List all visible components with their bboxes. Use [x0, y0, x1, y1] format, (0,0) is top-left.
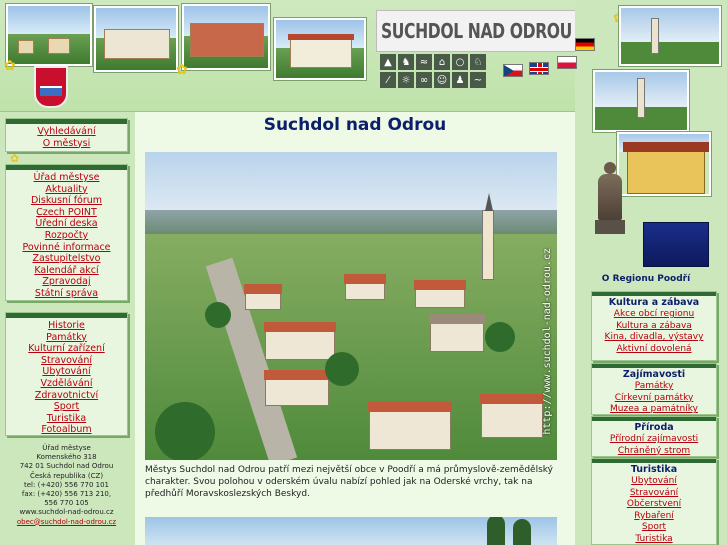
left-nav-link[interactable]: Zdravotnictví — [6, 390, 127, 402]
right-nav-link[interactable]: Ubytování — [592, 476, 716, 488]
left-nav-link[interactable]: Fotoalbum — [6, 424, 127, 436]
phone-line: tel: (+420) 556 770 101 — [23, 480, 110, 489]
right-nav-link[interactable]: Církevní památky — [592, 393, 716, 405]
main-content: Suchdol nad Odrou http://www.suchdol-nad… — [135, 112, 575, 545]
bike-icon[interactable]: ∞ — [416, 72, 432, 88]
camp-icon[interactable]: ⌂ — [434, 54, 450, 70]
left-nav-link[interactable]: Zpravodaj — [6, 276, 127, 288]
right-nav-link[interactable]: Akce obcí regionu — [592, 309, 716, 321]
right-nav-link[interactable]: Kina, divadla, výstavy — [592, 332, 716, 344]
right-nav-heading: Zajímavosti — [622, 369, 686, 380]
right-nav-box-nature: Příroda Přírodní zajímavosti Chráněný st… — [591, 416, 717, 457]
right-nav-heading: Příroda — [634, 422, 674, 433]
english-flag-icon[interactable] — [529, 62, 549, 75]
left-nav-link[interactable]: Aktuality — [6, 184, 127, 196]
address-line: Úřad městyse — [42, 444, 91, 452]
town-aerial-photo: http://www.suchdol-nad-odrou.cz — [145, 152, 557, 460]
right-nav-link[interactable]: Památky — [592, 381, 716, 393]
address-line: 742 01 Suchdol nad Odrou — [19, 462, 114, 471]
site-title-box: SUCHDOL NAD ODROU — [376, 10, 576, 52]
site-title: SUCHDOL NAD ODROU — [380, 19, 572, 43]
left-nav-box-about: Historie Památky Kulturní zařízení Strav… — [5, 312, 128, 436]
right-photo-church-hill — [619, 6, 721, 66]
right-nav-link[interactable]: Aktivní dovolená — [592, 344, 716, 356]
right-nav-box-tourism: Turistika Ubytování Stravování Občerstve… — [591, 458, 717, 545]
polish-flag-icon[interactable] — [557, 56, 577, 69]
left-nav-link[interactable]: Stravování — [6, 355, 127, 367]
second-photo-preview — [145, 517, 557, 545]
right-nav-link[interactable]: Turistika — [592, 534, 716, 545]
fish-icon[interactable]: ≈ — [416, 54, 432, 70]
left-nav-link[interactable]: Historie — [6, 320, 127, 332]
header-photo-town-panorama — [6, 4, 92, 66]
left-nav-link[interactable]: Památky — [6, 332, 127, 344]
left-nav-link[interactable]: O městysi — [6, 138, 127, 150]
left-nav-link[interactable]: Vzdělávání — [6, 378, 127, 390]
right-nav-link[interactable]: Přírodní zajímavosti — [592, 434, 716, 446]
horse-icon[interactable]: ♘ — [470, 54, 486, 70]
tent-icon[interactable]: ▲ — [380, 54, 396, 70]
header-photo-museum — [94, 6, 178, 72]
right-nav-link[interactable]: Stravování — [592, 488, 716, 500]
left-nav-link[interactable]: Ubytování — [6, 366, 127, 378]
waves-icon[interactable]: ~ — [470, 72, 486, 88]
czech-flag-icon[interactable] — [503, 64, 523, 77]
region-link-label[interactable]: O Regionu Poodří — [575, 274, 717, 284]
left-nav-link[interactable]: Úřad městyse — [6, 172, 127, 184]
email-link[interactable]: obec@suchdol-nad-odrou.cz — [17, 518, 116, 526]
right-nav-link[interactable]: Rybaření — [592, 511, 716, 523]
right-nav-box-culture: Kultura a zábava Akce obcí regionu Kultu… — [591, 291, 717, 361]
fax-line: fax: (+420) 556 713 210, — [21, 490, 112, 499]
left-nav-box-search: Vyhledávání O městysi — [5, 118, 128, 152]
flower-decoration-icon: ✿ — [4, 58, 16, 74]
ski-icon[interactable]: ⁄ — [380, 72, 396, 88]
running-icon[interactable]: ♟ — [452, 72, 468, 88]
left-nav-box-office: Úřad městyse Aktuality Diskusní fórum Cz… — [5, 164, 128, 301]
right-nav-heading: Kultura a zábava — [608, 297, 700, 308]
left-nav-link[interactable]: Kulturní zařízení — [6, 343, 127, 355]
header-photo-town-hall — [182, 4, 270, 70]
website-line: www.suchdol-nad-odrou.cz — [19, 508, 114, 517]
page-title: Suchdol nad Odrou — [263, 115, 447, 135]
left-nav-link[interactable]: Diskusní fórum — [6, 195, 127, 207]
header-banner: SUCHDOL NAD ODROU ▲ ♞ ≈ ⌂ ○ ♘ ⁄ ☼ ∞ ☺ ♟ … — [0, 0, 585, 112]
german-flag-icon[interactable] — [575, 38, 595, 51]
left-nav-link[interactable]: Státní správa — [6, 288, 127, 300]
right-photo-yellow-house — [617, 132, 711, 196]
address-line: Česká republika (CZ) — [29, 471, 104, 480]
statue-image — [593, 162, 627, 234]
category-icon-grid: ▲ ♞ ≈ ⌂ ○ ♘ ⁄ ☼ ∞ ☺ ♟ ~ — [380, 54, 490, 88]
theater-icon[interactable]: ☺ — [434, 72, 450, 88]
right-nav-link[interactable]: Muzea a památníky — [592, 404, 716, 416]
intro-paragraph: Městys Suchdol nad Odrou patří mezi nejv… — [145, 465, 554, 499]
left-nav-link[interactable]: Povinné informace — [6, 242, 127, 254]
flower-decoration-icon: ✿ — [176, 62, 188, 78]
left-nav-link[interactable]: Úřední deska — [6, 218, 127, 230]
contact-address: Úřad městyse Komenského 318 742 01 Suchd… — [3, 444, 130, 527]
right-photo-church — [593, 70, 689, 132]
right-nav-link[interactable]: Sport — [592, 522, 716, 534]
address-line: Komenského 318 — [36, 453, 97, 462]
left-nav-link[interactable]: Sport — [6, 401, 127, 413]
left-nav-link[interactable]: Rozpočty — [6, 230, 127, 242]
left-nav-link[interactable]: Vyhledávání — [6, 126, 127, 138]
left-nav-link[interactable]: Kalendář akcí — [6, 265, 127, 277]
right-column: ✿ O Regionu Poodří Kultura a zábava Akce… — [503, 0, 727, 545]
left-nav-link[interactable]: Czech POINT — [6, 207, 127, 219]
header-photo-school — [274, 18, 366, 80]
right-nav-link[interactable]: Občerstvení — [592, 499, 716, 511]
cyclist-icon[interactable]: ○ — [452, 54, 468, 70]
left-nav-link[interactable]: Turistika — [6, 413, 127, 425]
right-nav-heading: Turistika — [630, 464, 678, 475]
hiker-icon[interactable]: ♞ — [398, 54, 414, 70]
region-banner-panel[interactable] — [643, 222, 709, 267]
coat-of-arms-emblem — [34, 66, 68, 108]
right-nav-box-sights: Zajímavosti Památky Církevní památky Muz… — [591, 363, 717, 415]
sun-icon[interactable]: ☼ — [398, 72, 414, 88]
photo-watermark: http://www.suchdol-nad-odrou.cz — [542, 248, 553, 435]
right-nav-link[interactable]: Kultura a zábava — [592, 321, 716, 333]
fax-line: 556 770 105 — [44, 499, 89, 508]
right-nav-link[interactable]: Chráněný strom — [592, 446, 716, 458]
left-nav-link[interactable]: Zastupitelstvo — [6, 253, 127, 265]
